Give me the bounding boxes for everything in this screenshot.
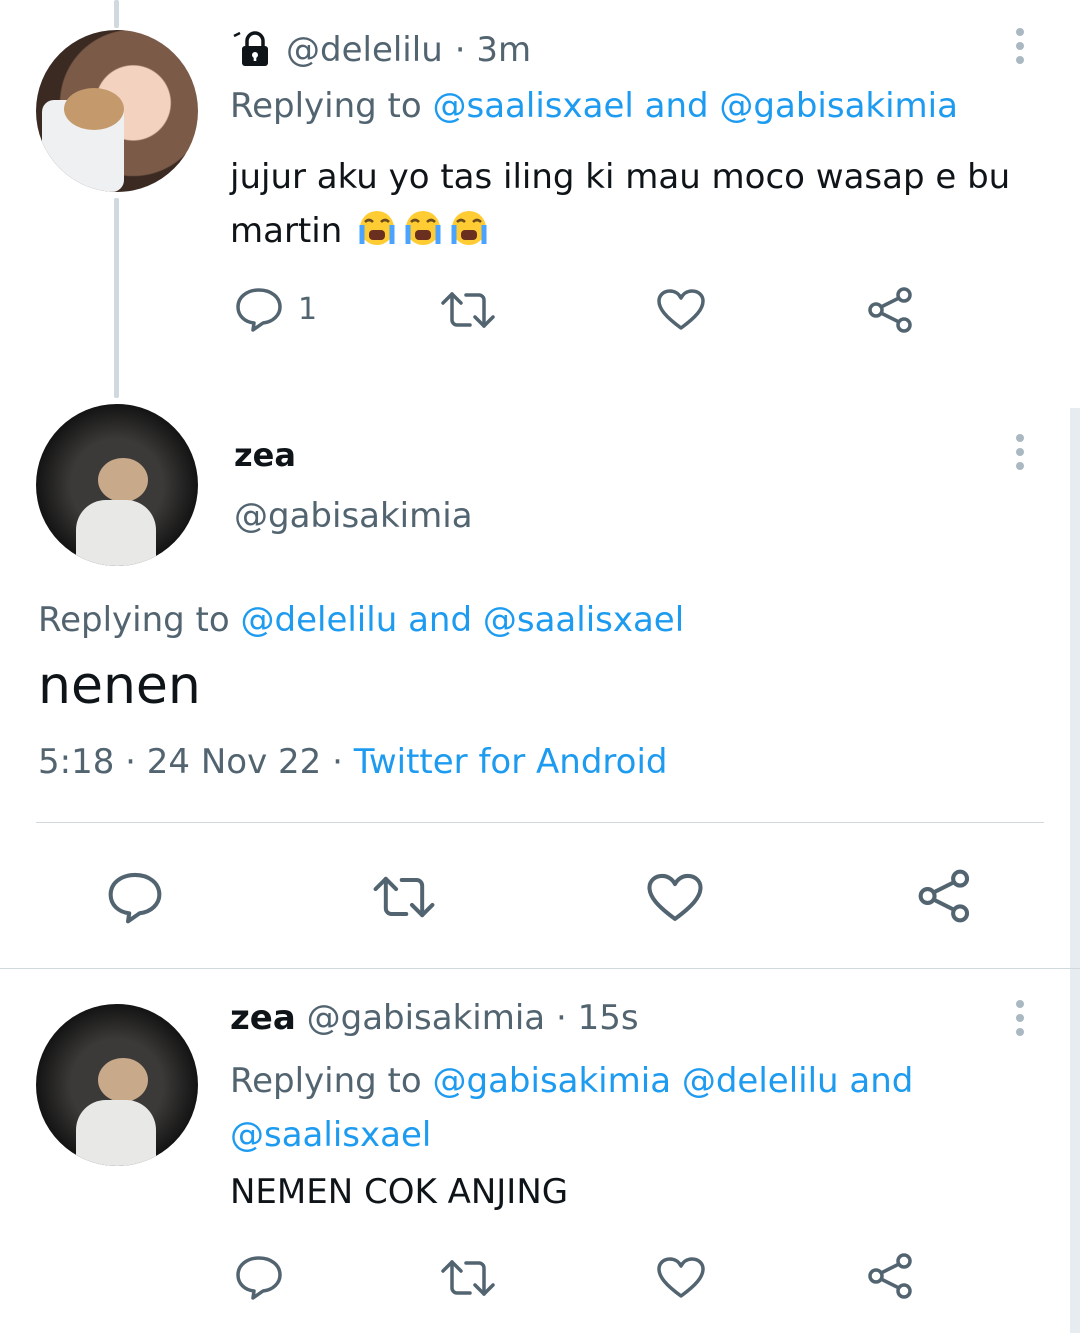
- tweet-text: nenen: [38, 656, 201, 716]
- tweet-time[interactable]: · 3m: [455, 30, 531, 70]
- replying-to-line: Replying to @delelilu and @saalisxael: [38, 600, 684, 640]
- timestamp-text[interactable]: 5:18 · 24 Nov 22 ·: [38, 742, 354, 782]
- tweet-header: @delelilu · 3m: [230, 28, 531, 72]
- divider: [0, 968, 1080, 969]
- avatar[interactable]: [36, 404, 198, 566]
- avatar[interactable]: [36, 1004, 198, 1166]
- tweet-text-word: martin: [230, 211, 343, 251]
- reply-icon: [106, 870, 164, 924]
- scrollbar[interactable]: [1070, 408, 1080, 1333]
- replying-prefix: Replying to: [230, 1061, 422, 1101]
- mention-and: and: [849, 1061, 914, 1101]
- tweet-text: NEMEN COK ANJING: [230, 1172, 569, 1212]
- retweet-icon: [372, 872, 436, 922]
- share-icon: [866, 1252, 916, 1300]
- avatar-shirt-shape: [76, 500, 156, 566]
- more-icon[interactable]: [1014, 432, 1026, 472]
- reply-icon: [234, 286, 284, 332]
- retweet-icon: [440, 288, 496, 332]
- retweet-icon: [440, 1256, 496, 1300]
- like-icon: [656, 288, 706, 332]
- user-handle[interactable]: @delelilu: [286, 30, 443, 70]
- avatar-hair-shape: [98, 1058, 148, 1102]
- like-button[interactable]: [656, 288, 706, 332]
- reply-button[interactable]: [234, 1254, 284, 1300]
- share-button[interactable]: [866, 1252, 916, 1300]
- more-icon[interactable]: [1014, 998, 1026, 1038]
- display-name[interactable]: zea: [234, 436, 296, 474]
- reply-count: 1: [298, 291, 318, 327]
- mention-link[interactable]: @delelilu: [241, 600, 398, 640]
- share-icon: [916, 868, 974, 924]
- avatar-hair-shape: [98, 458, 148, 502]
- like-button[interactable]: [646, 872, 704, 924]
- share-icon: [866, 286, 916, 334]
- source-link[interactable]: Twitter for Android: [354, 742, 668, 782]
- tweet-text-line-2: martin: [230, 204, 1050, 264]
- user-handle[interactable]: @gabisakimia: [234, 496, 473, 536]
- mention-link[interactable]: @delelilu: [682, 1061, 839, 1101]
- share-button[interactable]: [916, 868, 974, 924]
- reply-button[interactable]: 1: [234, 286, 317, 332]
- tweet-text: jujur aku yo tas iling ki mau moco wasap…: [230, 150, 1050, 264]
- lock-icon: [230, 30, 276, 70]
- mention-and: and: [644, 86, 709, 126]
- replying-prefix: Replying to: [230, 86, 422, 126]
- tweet-time[interactable]: · 15s: [556, 998, 639, 1038]
- mention-link[interactable]: @gabisakimia: [719, 86, 958, 126]
- thread-line-top: [114, 0, 119, 28]
- thread-line-mid: [114, 198, 119, 398]
- retweet-button[interactable]: [440, 1256, 496, 1300]
- more-icon[interactable]: [1014, 26, 1026, 66]
- user-handle[interactable]: @gabisakimia: [307, 998, 546, 1038]
- like-icon: [656, 1256, 706, 1300]
- share-button[interactable]: [866, 286, 916, 334]
- mention-link[interactable]: @saalisxael: [230, 1115, 431, 1155]
- replying-to-line: Replying to @saalisxael and @gabisakimia: [230, 86, 958, 126]
- display-name[interactable]: zea: [230, 998, 296, 1038]
- retweet-button[interactable]: [372, 872, 436, 922]
- avatar-shirt-shape: [76, 1100, 156, 1166]
- tweet-text-line: jujur aku yo tas iling ki mau moco wasap…: [230, 157, 1011, 197]
- mention-link[interactable]: @gabisakimia: [433, 1061, 672, 1101]
- avatar-food-shape: [64, 88, 124, 130]
- replying-to-line: Replying to @gabisakimia @delelilu and @…: [230, 1054, 1050, 1162]
- avatar[interactable]: [36, 30, 198, 192]
- like-button[interactable]: [656, 1256, 706, 1300]
- reply-button[interactable]: [106, 870, 164, 924]
- tweet-timestamp: 5:18 · 24 Nov 22 · Twitter for Android: [38, 742, 667, 782]
- replying-prefix: Replying to: [38, 600, 230, 640]
- mention-link[interactable]: @saalisxael: [433, 86, 634, 126]
- reply-icon: [234, 1254, 284, 1300]
- mention-and: and: [408, 600, 473, 640]
- tweet-header: zea @gabisakimia · 15s: [230, 998, 639, 1038]
- crying-emoji-icon: [357, 208, 489, 264]
- mention-link[interactable]: @saalisxael: [483, 600, 684, 640]
- like-icon: [646, 872, 704, 924]
- retweet-button[interactable]: [440, 288, 496, 332]
- divider: [36, 822, 1044, 823]
